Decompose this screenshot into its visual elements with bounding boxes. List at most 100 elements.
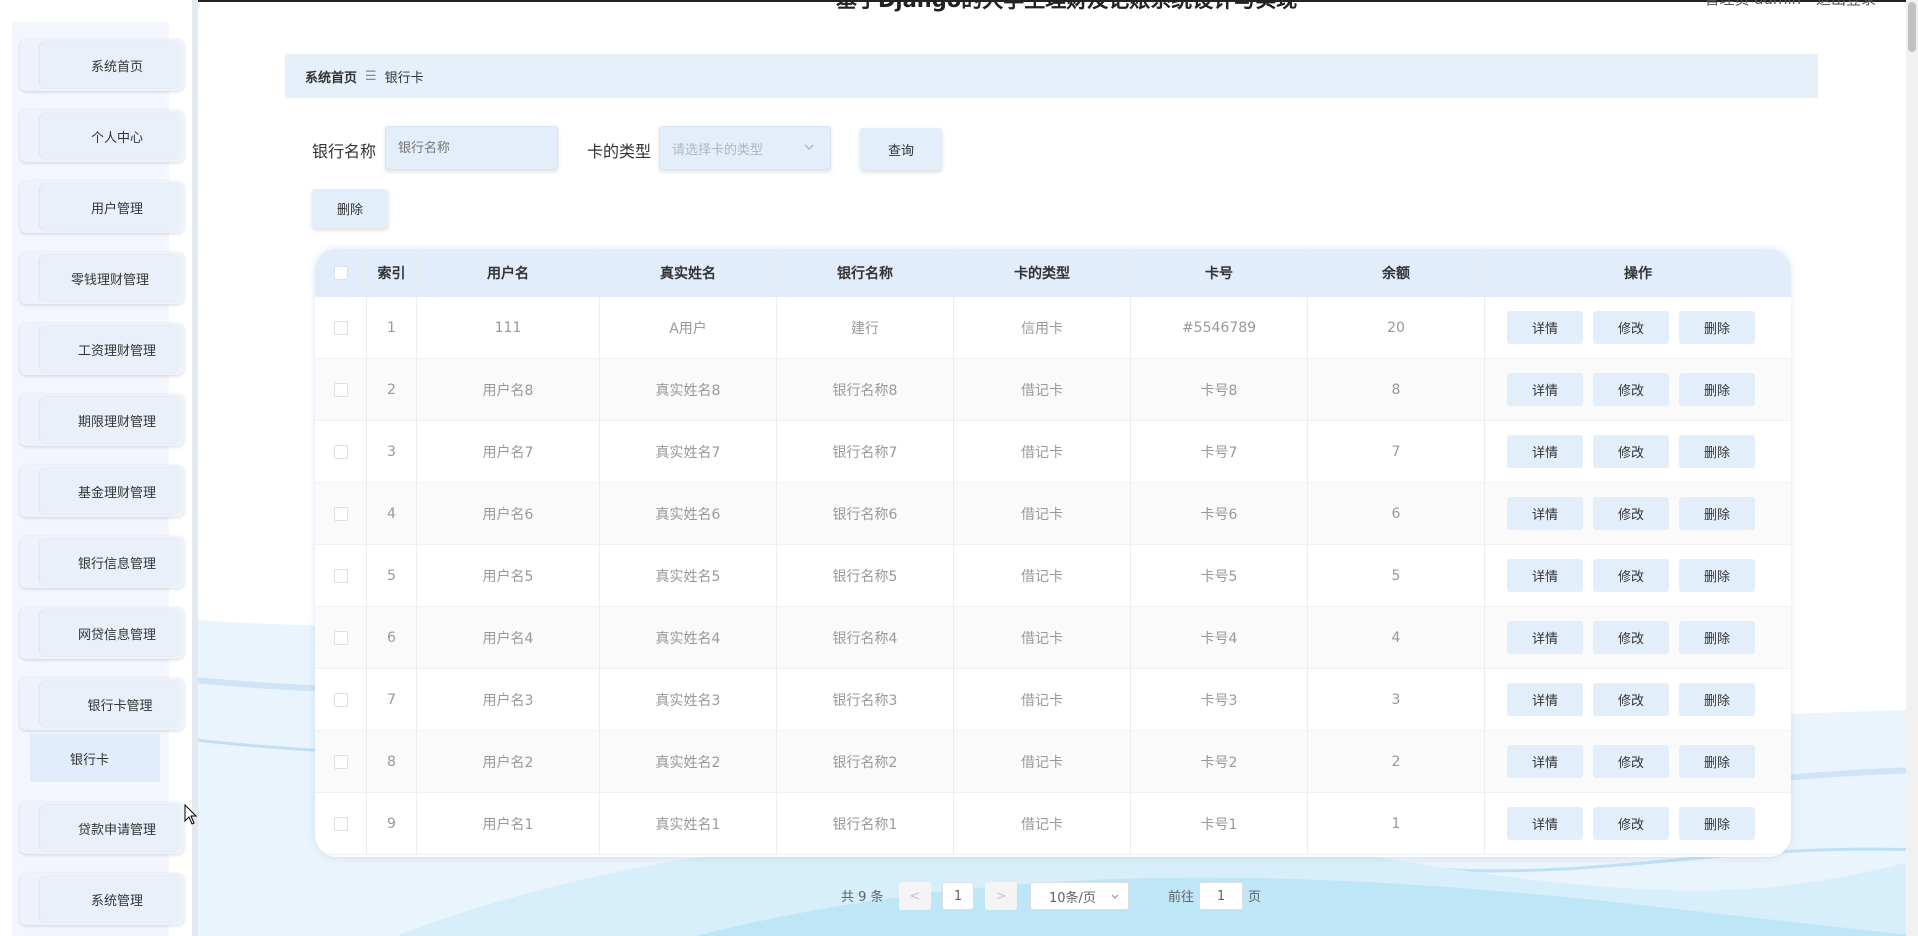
delete-button[interactable]: 删除 — [1679, 745, 1755, 778]
cell-card-type: 借记卡 — [954, 731, 1131, 793]
cell-balance: 8 — [1308, 359, 1485, 421]
bank-name-label: 银行名称 — [312, 142, 377, 161]
detail-button[interactable]: 详情 — [1507, 745, 1583, 778]
sidebar-item-label: 工资理财管理 — [77, 343, 156, 359]
edit-button[interactable]: 修改 — [1593, 683, 1669, 716]
row-checkbox[interactable] — [333, 693, 348, 707]
header-select-all[interactable] — [315, 249, 367, 297]
row-select-cell[interactable] — [315, 545, 367, 607]
detail-button[interactable]: 详情 — [1507, 497, 1583, 530]
row-checkbox[interactable] — [333, 755, 348, 769]
cell-realname: 真实姓名4 — [600, 607, 777, 669]
sidebar-item-salary-finance[interactable]: 工资理财管理 — [20, 323, 184, 375]
page-scrollbar[interactable] — [1906, 0, 1918, 936]
row-select-cell[interactable] — [315, 731, 367, 793]
cell-bank-name: 建行 — [777, 297, 954, 359]
delete-button[interactable]: 删除 — [1679, 435, 1755, 468]
bank-name-input[interactable] — [385, 126, 558, 170]
row-checkbox[interactable] — [333, 321, 348, 335]
sidebar-item-fund-finance[interactable]: 基金理财管理 — [20, 465, 184, 517]
cell-card-type: 借记卡 — [954, 421, 1131, 483]
card-type-placeholder: 请选择卡的类型 — [672, 142, 764, 158]
row-select-cell[interactable] — [315, 793, 367, 855]
delete-button[interactable]: 删除 — [1679, 497, 1755, 530]
cell-realname: 真实姓名3 — [600, 669, 777, 731]
page-size-select[interactable]: 10条/页 — [1030, 882, 1129, 910]
detail-button[interactable]: 详情 — [1507, 311, 1583, 344]
row-select-cell[interactable] — [315, 607, 367, 669]
edit-button[interactable]: 修改 — [1593, 497, 1669, 530]
sidebar-item-p2p-info[interactable]: 网贷信息管理 — [20, 607, 184, 659]
row-select-cell[interactable] — [315, 669, 367, 731]
row-checkbox[interactable] — [333, 569, 348, 583]
detail-button[interactable]: 详情 — [1507, 683, 1583, 716]
row-select-cell[interactable] — [315, 297, 367, 359]
scrollbar-thumb[interactable] — [1908, 2, 1916, 52]
sidebar-item-user-management[interactable]: 用户管理 — [20, 181, 184, 233]
edit-button[interactable]: 修改 — [1593, 745, 1669, 778]
delete-button[interactable]: 删除 — [1679, 683, 1755, 716]
breadcrumb-separator-icon: ☰ — [365, 68, 377, 84]
delete-button[interactable]: 删除 — [1679, 559, 1755, 592]
sidebar-item-label: 零钱理财管理 — [70, 272, 149, 288]
detail-button[interactable]: 详情 — [1507, 559, 1583, 592]
sidebar-item-term-finance[interactable]: 期限理财管理 — [20, 394, 184, 446]
bank-card-table: 索引 用户名 真实姓名 银行名称 卡的类型 卡号 余额 操作 1 111 A用户 建行… — [315, 249, 1791, 857]
logout-link[interactable]: 退出登录 — [1816, 0, 1876, 8]
cell-username: 用户名5 — [417, 545, 600, 607]
cell-actions: 详情 修改 删除 — [1485, 607, 1791, 669]
table-row: 9 用户名1 真实姓名1 银行名称1 借记卡 卡号1 1 详情 修改 删除 — [315, 793, 1791, 855]
edit-button[interactable]: 修改 — [1593, 807, 1669, 840]
delete-button[interactable]: 删除 — [1679, 311, 1755, 344]
detail-button[interactable]: 详情 — [1507, 807, 1583, 840]
cell-realname: A用户 — [600, 297, 777, 359]
cell-bank-name: 银行名称3 — [777, 669, 954, 731]
delete-button[interactable]: 删除 — [1679, 807, 1755, 840]
sidebar-item-bank-card[interactable]: 银行卡管理 — [20, 678, 184, 730]
pagination-page-1[interactable]: 1 — [942, 882, 974, 910]
sidebar-item-personal-center[interactable]: 个人中心 — [20, 110, 184, 162]
cell-actions: 详情 修改 删除 — [1485, 359, 1791, 421]
edit-button[interactable]: 修改 — [1593, 435, 1669, 468]
cell-card-number: 卡号5 — [1131, 545, 1308, 607]
detail-button[interactable]: 详情 — [1507, 435, 1583, 468]
row-checkbox[interactable] — [333, 507, 348, 521]
edit-button[interactable]: 修改 — [1593, 559, 1669, 592]
sidebar-item-label: 基金理财管理 — [77, 485, 156, 501]
delete-button[interactable]: 删除 — [1679, 621, 1755, 654]
row-checkbox[interactable] — [333, 631, 348, 645]
sidebar-scrollbar[interactable] — [192, 0, 198, 936]
cell-balance: 5 — [1308, 545, 1485, 607]
sidebar-item-system[interactable]: 系统管理 — [20, 873, 184, 925]
cell-balance: 1 — [1308, 793, 1485, 855]
pagination-goto-input[interactable]: 1 — [1199, 882, 1243, 910]
detail-button[interactable]: 详情 — [1507, 373, 1583, 406]
sidebar-item-home[interactable]: 系统首页 — [20, 39, 184, 91]
sidebar-item-change-finance[interactable]: 零钱理财管理 — [20, 252, 184, 304]
row-checkbox[interactable] — [333, 817, 348, 831]
query-button[interactable]: 查询 — [860, 128, 942, 170]
edit-button[interactable]: 修改 — [1593, 373, 1669, 406]
edit-button[interactable]: 修改 — [1593, 621, 1669, 654]
sidebar-subitem-bank-card[interactable]: 银行卡 — [30, 734, 160, 782]
breadcrumb-home[interactable]: 系统首页 — [305, 67, 357, 86]
row-select-cell[interactable] — [315, 483, 367, 545]
batch-delete-button[interactable]: 删除 — [312, 189, 388, 228]
sidebar-item-bank-info[interactable]: 银行信息管理 — [20, 536, 184, 588]
pagination-prev-button[interactable]: < — [899, 882, 931, 910]
column-header: 索引 — [367, 249, 417, 297]
edit-button[interactable]: 修改 — [1593, 311, 1669, 344]
detail-button[interactable]: 详情 — [1507, 621, 1583, 654]
pagination-next-button[interactable]: > — [985, 882, 1017, 910]
row-checkbox[interactable] — [333, 445, 348, 459]
cell-realname: 真实姓名7 — [600, 421, 777, 483]
app-title: 基于Django的大学生理财及记账系统设计与实现 — [836, 0, 1298, 12]
row-checkbox[interactable] — [333, 383, 348, 397]
row-select-cell[interactable] — [315, 359, 367, 421]
delete-button[interactable]: 删除 — [1679, 373, 1755, 406]
row-select-cell[interactable] — [315, 421, 367, 483]
card-type-select[interactable]: 请选择卡的类型 — [659, 126, 831, 170]
select-all-checkbox[interactable] — [333, 266, 348, 280]
sidebar-item-label: 贷款申请管理 — [77, 822, 156, 838]
sidebar-item-loan-application[interactable]: 贷款申请管理 — [20, 802, 184, 854]
